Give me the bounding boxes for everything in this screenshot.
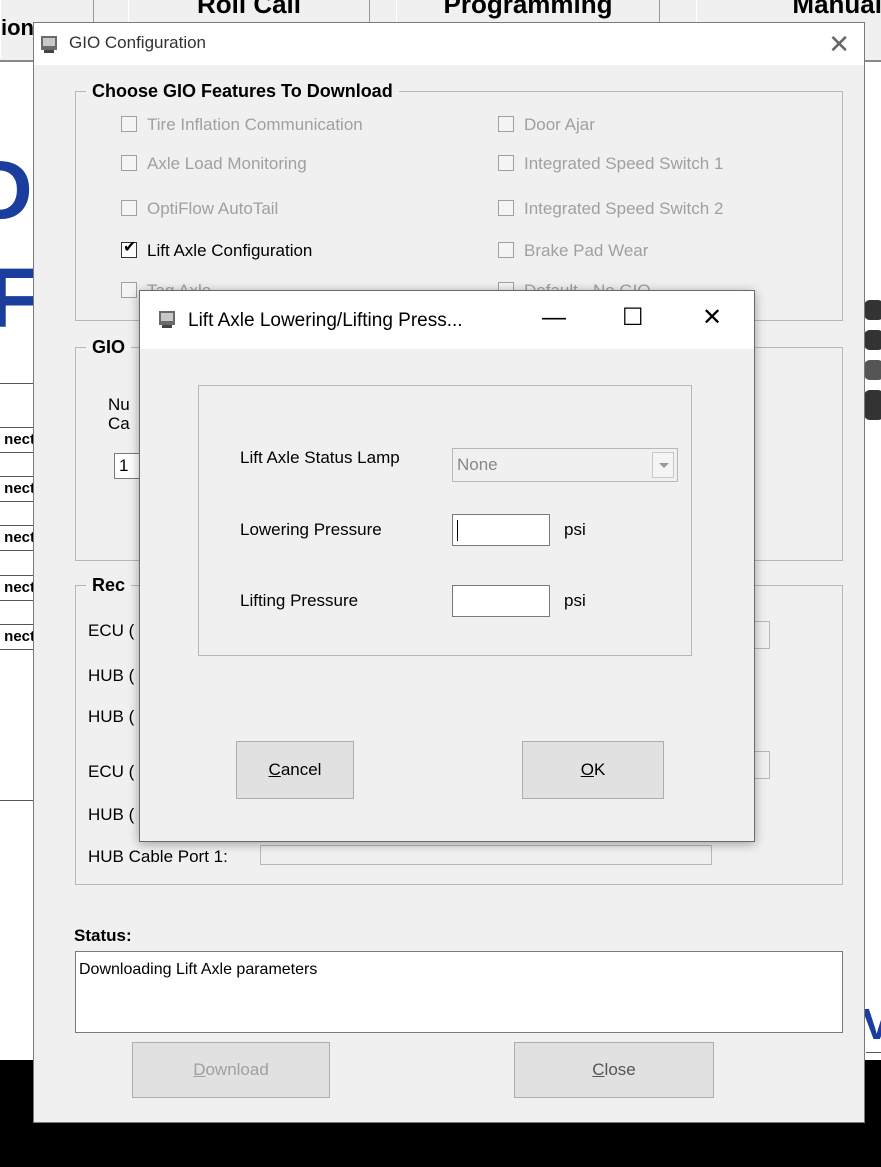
close-label: lose [604,1060,636,1079]
background-stack-icon [864,390,881,420]
checkbox-brake-pad-wear[interactable]: Brake Pad Wear [498,241,648,261]
close-mnemonic: C [592,1060,605,1079]
checkbox-box[interactable] [498,116,514,132]
download-button[interactable]: Download [132,1042,330,1098]
checkmark-icon: ✔ [123,239,137,256]
checkbox-box[interactable] [498,200,514,216]
checkbox-door-ajar[interactable]: Door Ajar [498,115,595,135]
checkbox-label: Integrated Speed Switch 2 [524,199,724,218]
gio-number-label-2: Ca [108,414,130,433]
checkbox-optiflow[interactable]: OptiFlow AutoTail [121,199,278,219]
dialog-titlebar[interactable]: Lift Axle Lowering/Lifting Press... — ☐ … [140,291,754,349]
checkbox-label: Integrated Speed Switch 1 [524,154,724,173]
checkbox-label: Axle Load Monitoring [147,154,307,173]
checkbox-speed-switch-1[interactable]: Integrated Speed Switch 1 [498,154,723,174]
rec-row-label: HUB ( [88,805,135,824]
app-icon [41,36,57,53]
hub-cable-port-label: HUB Cable Port 1: [88,847,228,866]
gio-group-label: GIO [86,336,132,358]
checkbox-box[interactable] [121,200,137,216]
lowering-pressure-label: Lowering Pressure [240,520,382,539]
rec-row-label: ECU ( [88,762,135,781]
cancel-mnemonic: C [268,760,281,779]
features-group-label: Choose GIO Features To Download [86,80,399,102]
rec-row-label: ECU ( [88,621,135,640]
background-connect-button[interactable]: nect [0,575,36,601]
lifting-pressure-input[interactable] [452,585,550,617]
close-button[interactable]: Close [514,1042,714,1098]
chevron-down-icon[interactable] [652,452,674,478]
download-label: ownload [205,1060,269,1079]
background-stack-icon [864,300,881,320]
background-stack-icon [864,330,881,350]
cancel-button[interactable]: Cancel [236,741,354,799]
status-label: Status: [74,926,132,945]
gio-window-title: GIO Configuration [69,33,207,52]
rec-row-label: HUB ( [88,666,135,685]
dialog-title: Lift Axle Lowering/Lifting Press... [188,310,463,331]
gio-number-label: Nu [108,395,130,414]
background-large-letter: D [0,143,33,237]
cancel-label: ancel [280,760,322,779]
lifting-unit-label: psi [564,591,586,610]
background-divider [0,800,34,801]
checkbox-label: Tire Inflation Communication [147,115,363,134]
gio-window-titlebar[interactable]: GIO Configuration ✕ [34,23,864,65]
checkbox-box[interactable] [498,155,514,171]
rec-group-label: Rec [86,574,132,596]
checkbox-axle-load[interactable]: Axle Load Monitoring [121,154,307,174]
rec-row-label: HUB ( [88,707,135,726]
checkbox-box[interactable] [121,116,137,132]
checkbox-box[interactable] [498,242,514,258]
status-lamp-label: Lift Axle Status Lamp [240,448,400,467]
lifting-pressure-label: Lifting Pressure [240,591,359,610]
ok-mnemonic: O [580,760,594,779]
checkbox-label: Lift Axle Configuration [147,241,313,260]
lowering-pressure-input[interactable] [452,514,550,546]
text-caret [457,520,458,541]
background-connect-button[interactable]: nect [0,624,36,650]
background-divider [0,383,34,384]
lowering-unit-label: psi [564,520,586,539]
ok-button[interactable]: OK [522,741,664,799]
checkbox-label: OptiFlow AutoTail [147,199,279,218]
download-mnemonic: D [193,1060,206,1079]
checkbox-lift-axle[interactable]: ✔ Lift Axle Configuration [121,239,313,261]
status-lamp-dropdown[interactable]: None [452,448,678,482]
background-connect-button[interactable]: nect [0,476,36,502]
checkbox-tire-inflation[interactable]: Tire Inflation Communication [121,115,363,135]
status-textbox[interactable]: Downloading Lift Axle parameters [75,951,843,1033]
gio-window-close-button[interactable]: ✕ [828,28,850,60]
checkbox-box[interactable] [121,282,137,298]
hub-cable-port-field [260,845,712,865]
checkbox-box[interactable] [121,155,137,171]
status-lamp-value: None [457,455,498,474]
checkbox-speed-switch-2[interactable]: Integrated Speed Switch 2 [498,199,723,219]
background-connect-button[interactable]: nect [0,525,36,551]
maximize-icon[interactable]: ☐ [622,303,644,333]
background-divider [866,1052,881,1053]
background-stack-icon [864,360,881,380]
background-connect-button[interactable]: nect [0,427,36,453]
ok-label: K [593,760,606,779]
checkbox-label: Door Ajar [524,115,595,134]
minimize-icon[interactable]: — [542,303,566,333]
checkbox-box[interactable]: ✔ [121,239,137,258]
app-icon [159,311,175,328]
checkbox-label: Brake Pad Wear [524,241,649,260]
close-icon[interactable]: ✕ [702,303,722,333]
